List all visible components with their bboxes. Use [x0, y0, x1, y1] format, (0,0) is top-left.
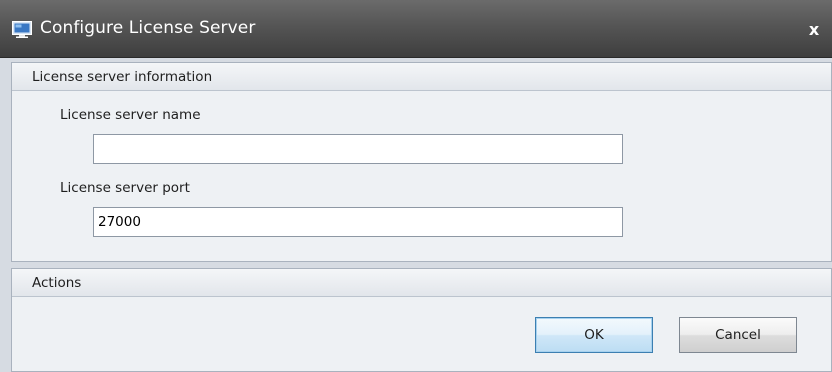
title-bar[interactable]: Configure License Server x	[0, 0, 832, 58]
license-server-info-group: License server information License serve…	[11, 62, 832, 262]
license-server-name-input[interactable]	[93, 134, 623, 164]
configure-license-server-dialog: Configure License Server x License serve…	[0, 0, 832, 372]
license-server-name-label: License server name	[60, 107, 201, 123]
close-button[interactable]: x	[800, 14, 828, 44]
monitor-icon	[12, 21, 32, 38]
actions-header: Actions	[12, 269, 831, 297]
cancel-button[interactable]: Cancel	[679, 317, 797, 353]
license-server-info-header: License server information	[12, 63, 831, 91]
dialog-body: License server information License serve…	[0, 58, 832, 372]
window-title: Configure License Server	[40, 18, 256, 38]
actions-group: Actions OK Cancel	[11, 268, 832, 372]
license-server-port-label: License server port	[60, 180, 190, 196]
ok-button[interactable]: OK	[535, 317, 653, 353]
license-server-port-input[interactable]	[93, 207, 623, 237]
actions-title: Actions	[32, 275, 82, 291]
license-server-info-title: License server information	[32, 69, 213, 85]
